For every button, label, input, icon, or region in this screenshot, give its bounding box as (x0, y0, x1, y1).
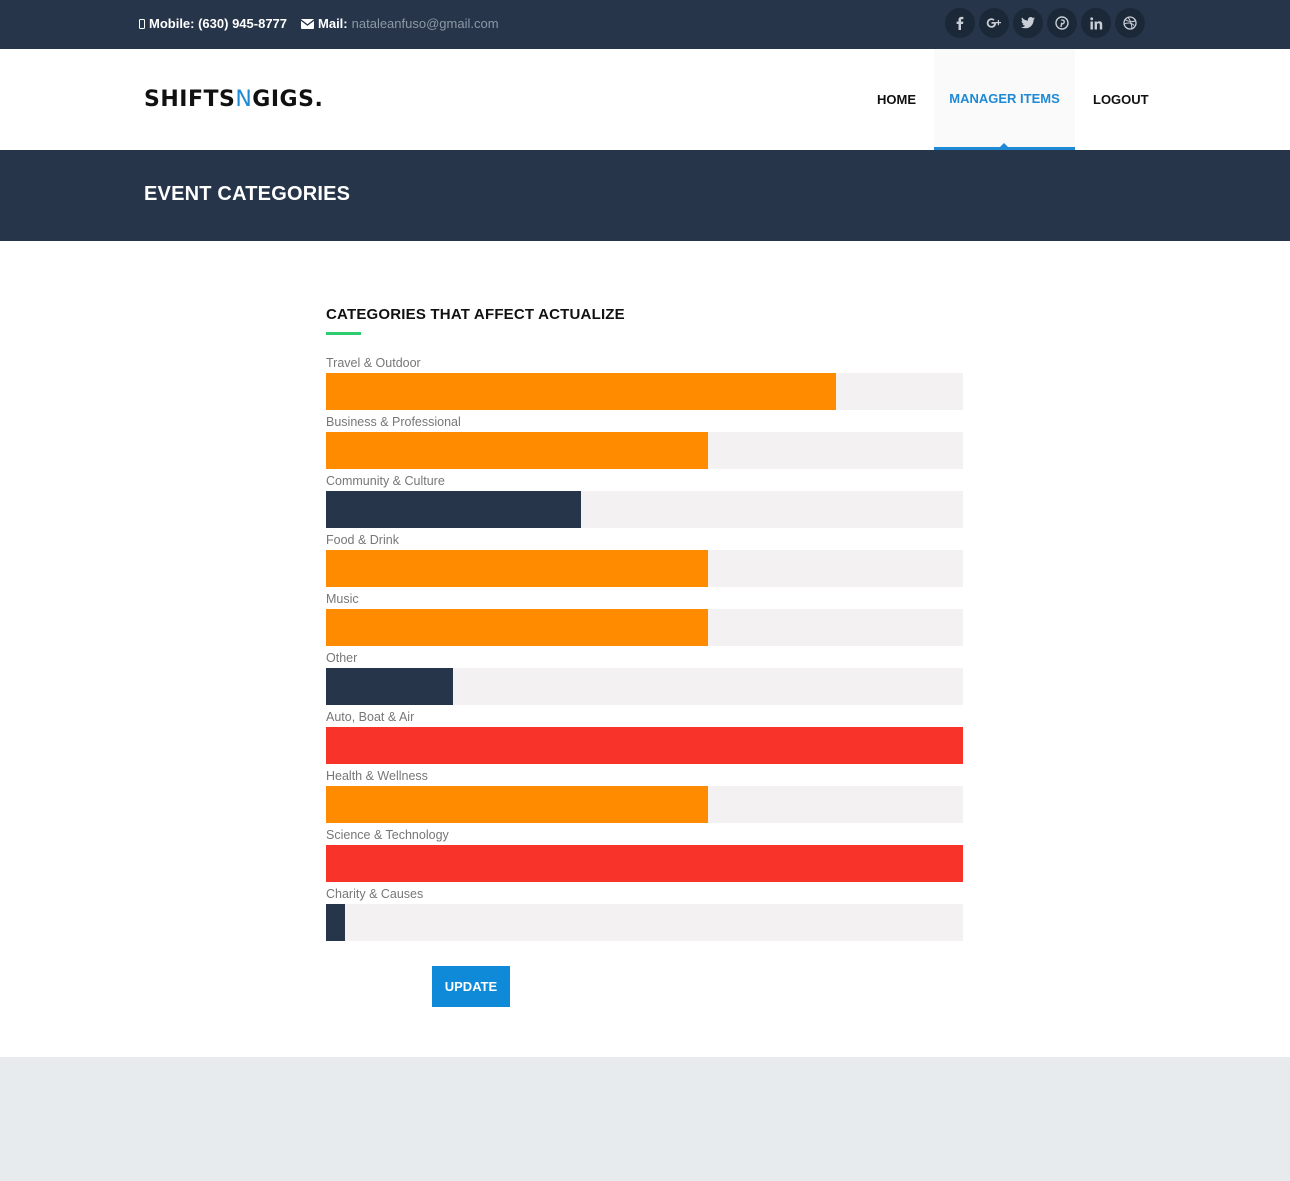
category-level-bar[interactable] (326, 668, 963, 705)
category-row: Food & Drink (326, 533, 963, 592)
mail-label: Mail: (318, 16, 348, 31)
active-nav-caret-icon (999, 143, 1009, 148)
category-label: Community & Culture (326, 474, 445, 488)
section-title: CATEGORIES THAT AFFECT ACTUALIZE (326, 306, 625, 323)
category-row: Auto, Boat & Air (326, 710, 963, 769)
category-level-bar[interactable] (326, 845, 963, 882)
site-logo[interactable]: SHIFTSNGIGS. (144, 87, 323, 112)
pinterest-icon[interactable] (1047, 8, 1077, 38)
nav-home[interactable]: HOME (877, 49, 916, 150)
mobile-icon (139, 18, 145, 29)
category-row: Science & Technology (326, 828, 963, 887)
category-label: Health & Wellness (326, 769, 428, 783)
category-row: Travel & Outdoor (326, 356, 963, 415)
social-links (945, 8, 1149, 38)
category-level-fill (326, 432, 708, 469)
nav-manager-items-label: MANAGER ITEMS (949, 90, 1060, 106)
category-level-bar[interactable] (326, 786, 963, 823)
category-row: Community & Culture (326, 474, 963, 533)
category-level-fill (326, 609, 708, 646)
facebook-icon[interactable] (945, 8, 975, 38)
nav-manager-items[interactable]: MANAGER ITEMS (934, 49, 1075, 150)
category-row: Charity & Causes (326, 887, 963, 946)
category-label: Charity & Causes (326, 887, 424, 901)
category-level-fill (326, 668, 453, 705)
section-title-underline (326, 332, 361, 335)
category-level-fill (326, 373, 836, 410)
category-label: Auto, Boat & Air (326, 710, 415, 724)
category-row: Other (326, 651, 963, 710)
footer (0, 1057, 1290, 1181)
category-label: Other (326, 651, 358, 665)
page-title: EVENT CATEGORIES (144, 183, 351, 205)
contact-info: Mobile: (630) 945-8777 Mail: nataleanfus… (139, 16, 499, 31)
category-level-bar[interactable] (326, 609, 963, 646)
logo-part-n: N (235, 87, 253, 112)
category-row: Music (326, 592, 963, 651)
category-level-bar[interactable] (326, 904, 963, 941)
category-label: Travel & Outdoor (326, 356, 421, 370)
category-row: Health & Wellness (326, 769, 963, 828)
category-row: Business & Professional (326, 415, 963, 474)
linkedin-icon[interactable] (1081, 8, 1111, 38)
top-bar: Mobile: (630) 945-8777 Mail: nataleanfus… (0, 0, 1290, 49)
category-label: Business & Professional (326, 415, 461, 429)
category-level-fill (326, 550, 708, 587)
nav-logout[interactable]: LOGOUT (1093, 49, 1149, 150)
mail-address-link[interactable]: nataleanfuso@gmail.com (352, 16, 499, 31)
category-label: Music (326, 592, 359, 606)
site-header: SHIFTSNGIGS. HOME MANAGER ITEMS LOGOUT (0, 49, 1290, 150)
category-level-fill (326, 904, 345, 941)
category-level-bar[interactable] (326, 432, 963, 469)
category-level-fill (326, 727, 963, 764)
category-level-bar[interactable] (326, 727, 963, 764)
category-level-bar[interactable] (326, 550, 963, 587)
category-label: Food & Drink (326, 533, 399, 547)
dribbble-icon[interactable] (1115, 8, 1145, 38)
category-level-bar[interactable] (326, 373, 963, 410)
logo-part-gigs: GIGS. (252, 87, 324, 112)
google-plus-icon[interactable] (979, 8, 1009, 38)
update-button[interactable]: UPDATE (432, 966, 510, 1007)
category-level-fill (326, 845, 963, 882)
mobile-number: Mobile: (630) 945-8777 (149, 16, 288, 31)
category-level-fill (326, 491, 581, 528)
category-level-bar[interactable] (326, 491, 963, 528)
logo-part-shifts: SHIFTS (144, 87, 236, 112)
category-bars: Travel & Outdoor Business & Professional C… (326, 356, 963, 946)
page-title-band: EVENT CATEGORIES (0, 150, 1290, 241)
category-level-fill (326, 786, 708, 823)
twitter-icon[interactable] (1013, 8, 1043, 38)
mail-icon (301, 18, 315, 29)
category-label: Science & Technology (326, 828, 449, 842)
